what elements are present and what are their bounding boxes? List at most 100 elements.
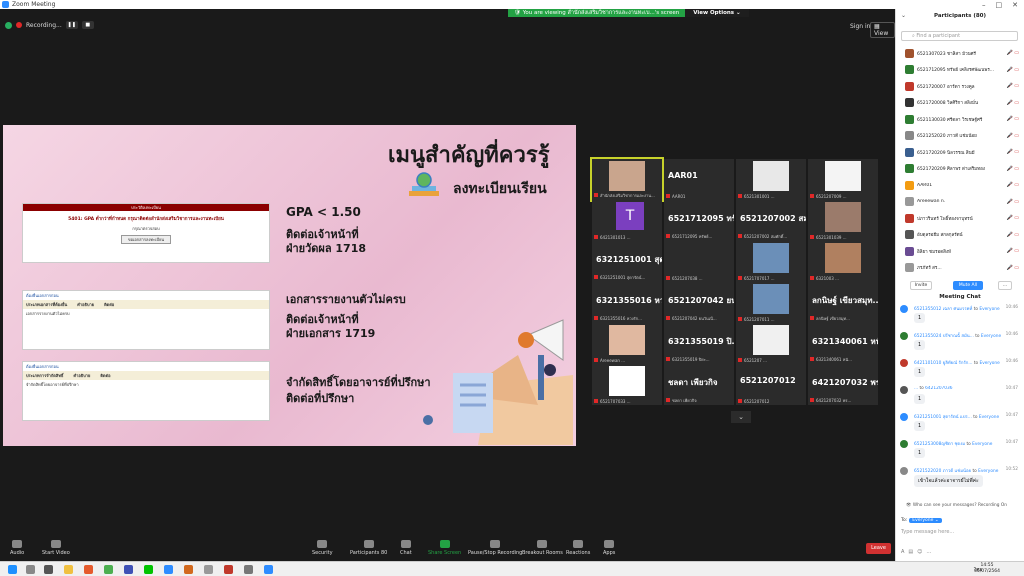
- video-tile[interactable]: 6421207032 พร... 6421207032 พร...: [808, 364, 878, 405]
- video-tile[interactable]: 6521207042 ยน... 6521207042 ยนวันเนี...: [664, 282, 734, 323]
- stop-recording-icon[interactable]: ■: [81, 21, 94, 29]
- participant-item[interactable]: อิลิยา ชมรอดสิงห์ 🎤̸ ▭: [896, 243, 1024, 260]
- invite-button[interactable]: Invite: [910, 281, 932, 290]
- app-icon-4[interactable]: [224, 565, 233, 574]
- video-tile[interactable]: T 6421301013 ...: [592, 200, 662, 241]
- video-tile[interactable]: 6521707033 ...: [592, 364, 662, 405]
- video-tile[interactable]: 6321340061 หนั... 6321340061 หนั...: [808, 323, 878, 364]
- muted-mic-icon[interactable]: 🎤̸ ▭: [1006, 232, 1019, 238]
- muted-mic-icon: [738, 194, 742, 198]
- participant-item[interactable]: 6521252020 ภาวดี แช่มน้อย 🎤̸ ▭: [896, 128, 1024, 145]
- task-view-icon[interactable]: [44, 565, 53, 574]
- chat-label: Chat: [400, 550, 412, 556]
- view-button[interactable]: ▦ View: [870, 22, 895, 38]
- breakout-rooms-button[interactable]: Breakout Rooms: [522, 540, 563, 556]
- video-tile[interactable]: AAR01 AAR01: [664, 159, 734, 200]
- mute-all-button[interactable]: Mute All: [953, 281, 983, 290]
- firefox-icon[interactable]: [84, 565, 93, 574]
- muted-mic-icon[interactable]: 🎤̸ ▭: [1006, 199, 1019, 205]
- video-tile[interactable]: 6521207038 ...: [664, 241, 734, 282]
- security-button[interactable]: Security: [312, 540, 333, 556]
- muted-mic-icon[interactable]: 🎤̸ ▭: [1006, 215, 1019, 221]
- search-icon[interactable]: [26, 565, 35, 574]
- participants-button[interactable]: Participants 80: [350, 540, 387, 556]
- security-shield-icon[interactable]: [5, 21, 12, 29]
- apps-button[interactable]: Apps: [603, 540, 615, 556]
- video-tile[interactable]: 6521207011 ...: [736, 282, 806, 323]
- video-tile[interactable]: 6321251001 สุด... 6321251001 สุดารัตน์...: [592, 241, 662, 282]
- muted-mic-icon[interactable]: 🎤̸ ▭: [1006, 265, 1019, 271]
- doc2-row: เอกสารรายงานตัวไม่ครบ: [23, 309, 269, 318]
- leave-button[interactable]: Leave: [866, 543, 891, 554]
- video-tile[interactable]: Areeewan ...: [592, 323, 662, 364]
- muted-mic-icon[interactable]: 🎤̸ ▭: [1006, 133, 1019, 139]
- view-options-button[interactable]: View Options ⌄: [685, 9, 749, 17]
- video-tile[interactable]: 6321355016 หว... 6321355016 หวงรัก...: [592, 282, 662, 323]
- muted-mic-icon[interactable]: 🎤̸ ▭: [1006, 67, 1019, 73]
- video-tile[interactable]: 6521301039 ...: [808, 200, 878, 241]
- participant-item[interactable]: 6521720209 ศิลาพร ด่าเสริมทอง 🎤̸ ▭: [896, 161, 1024, 178]
- video-tile[interactable]: 6521301001 ...: [736, 159, 806, 200]
- participant-item[interactable]: 6521720008 วิลศิริกา สลิงมั่น 🎤̸ ▭: [896, 95, 1024, 112]
- close-icon[interactable]: ✕: [1012, 1, 1018, 9]
- video-tile[interactable]: ลกนิษฐ์ เขียวสมุท... ลกนิษฐ์ เขียวสมุท...: [808, 282, 878, 323]
- participant-item[interactable]: ปภาวรินทร์ โพธิ์ทองจาบุทรน์ 🎤̸ ▭: [896, 210, 1024, 227]
- video-tile[interactable]: 6521207012 6521207012: [736, 364, 806, 405]
- video-tile[interactable]: 6521207002 สม... 6521207002 สมศักดิ์...: [736, 200, 806, 241]
- app-icon[interactable]: [124, 565, 133, 574]
- app-icon-2[interactable]: [184, 565, 193, 574]
- line-icon[interactable]: [144, 565, 153, 574]
- emoji-icon[interactable]: ☺: [917, 549, 926, 555]
- file-icon[interactable]: ▤: [908, 549, 917, 555]
- participant-item[interactable]: ภรภัทร์ สร... 🎤̸ ▭: [896, 260, 1024, 277]
- minimize-icon[interactable]: –: [982, 1, 986, 9]
- participant-item[interactable]: 6521712095 ทรัพย์ เคลิงรศพัฒนพร... 🎤̸ ▭: [896, 62, 1024, 79]
- audio-button[interactable]: Audio: [10, 540, 24, 556]
- muted-mic-icon[interactable]: 🎤̸ ▭: [1006, 116, 1019, 122]
- app-icon-3[interactable]: [204, 565, 213, 574]
- participant-item[interactable]: อับดุลรอฮีม สกลกุลรัตน์ 🎤̸ ▭: [896, 227, 1024, 244]
- muted-mic-icon[interactable]: 🎤̸ ▭: [1006, 248, 1019, 254]
- reactions-button[interactable]: Reactions: [566, 540, 590, 556]
- pause-recording-icon[interactable]: ❚❚: [65, 21, 78, 29]
- start-icon[interactable]: [8, 565, 17, 574]
- video-tile[interactable]: 6321355019 ปิ... 6321355019 ปิยะ...: [664, 323, 734, 364]
- gallery-next-chevron-icon[interactable]: ⌄: [731, 411, 751, 423]
- muted-mic-icon[interactable]: 🎤̸ ▭: [1006, 100, 1019, 106]
- pause-stop-recording-button[interactable]: Pause/Stop Recording: [468, 540, 522, 556]
- participant-search-input[interactable]: ⌕ Find a participant: [901, 31, 1018, 41]
- video-tile[interactable]: 6521707017 ...: [736, 241, 806, 282]
- more-icon[interactable]: …: [926, 549, 935, 555]
- participant-item[interactable]: 6521720209 นิลวรรณ สินมี 🎤̸ ▭: [896, 144, 1024, 161]
- video-tile[interactable]: 6521207009 ...: [808, 159, 878, 200]
- share-screen-button[interactable]: Share Screen: [428, 540, 461, 556]
- chrome-icon[interactable]: [104, 565, 113, 574]
- more-options-button[interactable]: ...: [998, 281, 1012, 290]
- participant-item[interactable]: 6521720007 อาร์ดา รวงคูล 🎤̸ ▭: [896, 78, 1024, 95]
- video-tile[interactable]: สำนักส่งเสริมวิชาการและงาน...: [590, 157, 664, 202]
- zoom-taskbar-icon[interactable]: [264, 565, 273, 574]
- file-explorer-icon[interactable]: [64, 565, 73, 574]
- participant-item[interactable]: 6521307023 ชาลิสา ม้วนศรี 🎤̸ ▭: [896, 45, 1024, 62]
- video-tile[interactable]: 6321003 ...: [808, 241, 878, 282]
- recipient-dropdown[interactable]: Everyone ⌄: [909, 518, 942, 523]
- muted-mic-icon[interactable]: 🎤̸ ▭: [1006, 166, 1019, 172]
- sign-in-link[interactable]: Sign in: [850, 23, 870, 30]
- participant-item[interactable]: Areeewan n. 🎤̸ ▭: [896, 194, 1024, 211]
- edge-icon[interactable]: [164, 565, 173, 574]
- video-tile[interactable]: 6521207 ...: [736, 323, 806, 364]
- participant-item[interactable]: 6521130030 ศรีดลา วิรเชษฐ์ศรี 🎤̸ ▭: [896, 111, 1024, 128]
- tile-caption-text: 6521207011 ...: [744, 317, 775, 322]
- muted-mic-icon[interactable]: 🎤̸ ▭: [1006, 182, 1019, 188]
- video-tile[interactable]: ชลดา เพียวกิจ ชลดา เพียวกิจ: [664, 364, 734, 405]
- video-tile[interactable]: 6521712095 ทรั... 6521712095 ทรัพย์...: [664, 200, 734, 241]
- participant-item[interactable]: AAR01 🎤̸ ▭: [896, 177, 1024, 194]
- chat-input[interactable]: Type message here...: [901, 529, 954, 535]
- start-video-button[interactable]: Start Video: [42, 540, 70, 556]
- app-icon-5[interactable]: [244, 565, 253, 574]
- maximize-icon[interactable]: □: [996, 1, 1003, 9]
- chat-button[interactable]: Chat: [400, 540, 412, 556]
- muted-mic-icon[interactable]: 🎤̸ ▭: [1006, 149, 1019, 155]
- muted-mic-icon[interactable]: 🎤̸ ▭: [1006, 83, 1019, 89]
- muted-mic-icon[interactable]: 🎤̸ ▭: [1006, 50, 1019, 56]
